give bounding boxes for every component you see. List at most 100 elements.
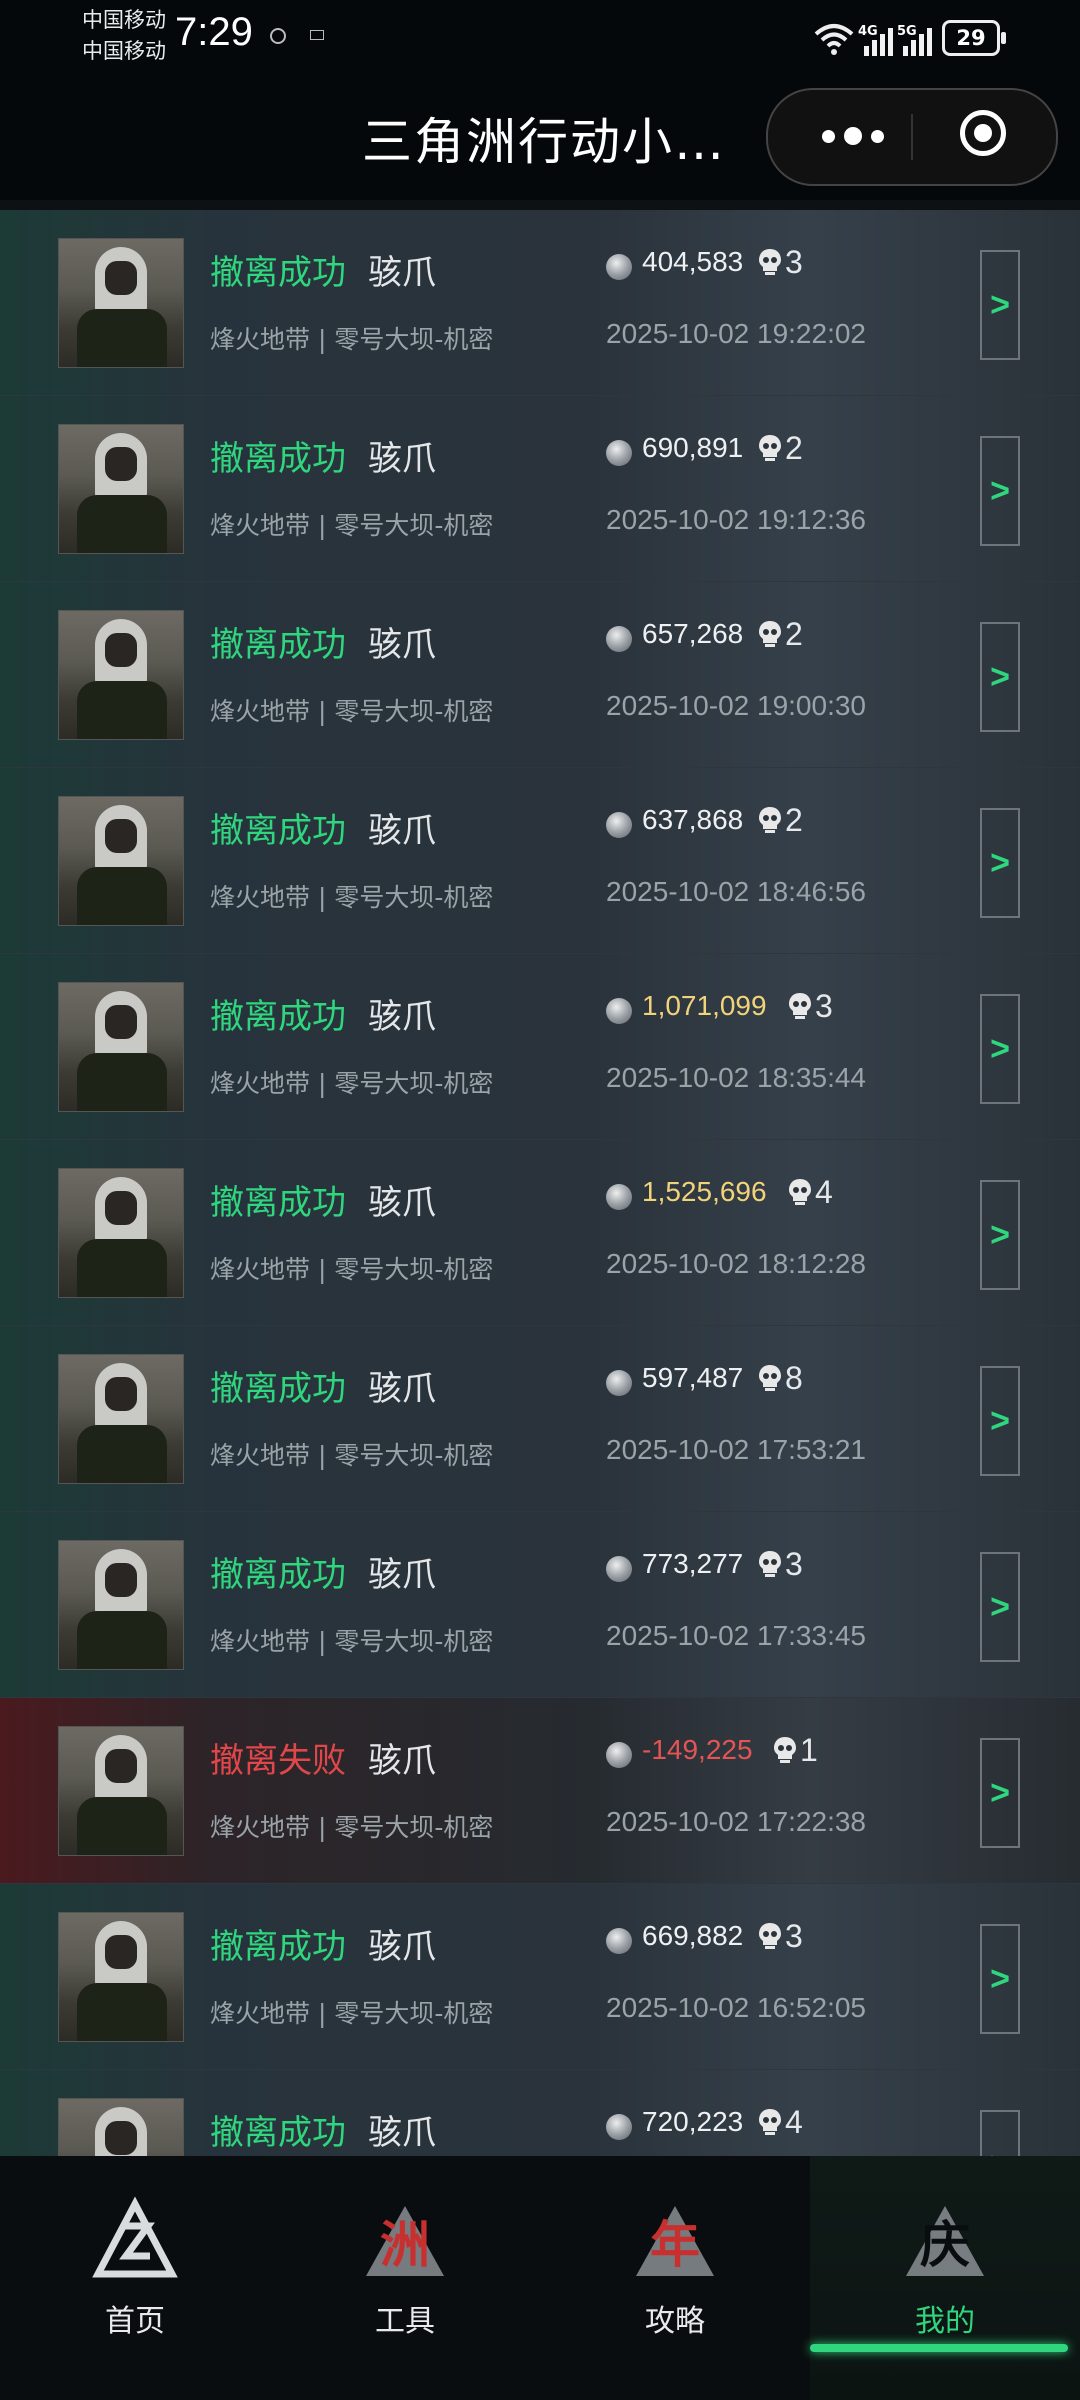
record-row[interactable]: 撤离成功 骇爪 597,487 8 烽火地带 | 零号大坝-机密 2025-10…	[0, 1326, 1080, 1514]
detail-arrow-button[interactable]: >	[980, 1552, 1020, 1662]
skull-icon	[789, 1179, 811, 1205]
mode-map: 烽火地带 | 零号大坝-机密	[210, 511, 494, 540]
haf-value: 637,868	[642, 804, 744, 835]
status-indicators: 4G 5G 29	[814, 14, 1006, 56]
tools-zhou-icon: 洲	[366, 2206, 444, 2276]
extraction-status: 撤离成功	[210, 1369, 346, 1409]
detail-arrow-button[interactable]: >	[980, 1738, 1020, 1848]
match-time: 2025-10-02 19:00:30	[606, 690, 866, 721]
extraction-status: 撤离成功	[210, 439, 346, 479]
kill-count: 3	[785, 1918, 803, 1954]
nav-item-0[interactable]: 首页	[0, 2156, 270, 2400]
extraction-status: 撤离成功	[210, 1183, 346, 1223]
nav-icon-glyph: 洲	[380, 2216, 430, 2274]
operator-avatar	[58, 796, 184, 926]
match-record-list[interactable]: 撤离成功 骇爪 404,583 3 烽火地带 | 零号大坝-机密 2025-10…	[0, 200, 1080, 2156]
operator-name: 骇爪	[368, 1927, 436, 1967]
kill-count: 4	[815, 1174, 833, 1210]
mode-map: 烽火地带 | 零号大坝-机密	[210, 697, 494, 726]
battery-icon: 29	[942, 20, 1006, 56]
match-time: 2025-10-02 18:12:28	[606, 1248, 866, 1279]
record-row[interactable]: 撤离成功 骇爪 690,891 2 烽火地带 | 零号大坝-机密 2025-10…	[0, 396, 1080, 584]
nav-label: 攻略	[645, 2304, 705, 2339]
record-row[interactable]: 撤离成功 骇爪 720,223 4 >	[0, 2070, 1080, 2156]
extraction-status: 撤离成功	[210, 2113, 346, 2153]
coin-icon	[606, 1370, 632, 1396]
record-row[interactable]: 撤离成功 骇爪 1,071,099 3 烽火地带 | 零号大坝-机密 2025-…	[0, 954, 1080, 1142]
operator-avatar	[58, 610, 184, 740]
skull-icon	[759, 1923, 781, 1949]
operator-avatar	[58, 982, 184, 1112]
coin-icon	[606, 440, 632, 466]
kill-count: 3	[815, 988, 833, 1024]
detail-arrow-button[interactable]: >	[980, 622, 1020, 732]
coin-icon	[606, 626, 632, 652]
profile-qing-icon: 庆	[906, 2206, 984, 2276]
match-time: 2025-10-02 19:12:36	[606, 504, 866, 535]
net-type-2: 5G	[897, 24, 917, 39]
operator-name: 骇爪	[368, 253, 436, 293]
record-row[interactable]: 撤离成功 骇爪 669,882 3 烽火地带 | 零号大坝-机密 2025-10…	[0, 1884, 1080, 2072]
operator-avatar	[58, 1168, 184, 1298]
mode-map: 烽火地带 | 零号大坝-机密	[210, 1255, 494, 1284]
skull-icon	[759, 807, 781, 833]
kill-count: 2	[785, 616, 803, 652]
detail-arrow-button[interactable]: >	[980, 436, 1020, 546]
bottom-nav: 首页 洲工具 年攻略 庆我的	[0, 2156, 1080, 2400]
record-row[interactable]: 撤离成功 骇爪 773,277 3 烽火地带 | 零号大坝-机密 2025-10…	[0, 1512, 1080, 1700]
detail-arrow-button[interactable]: >	[980, 1366, 1020, 1476]
record-row[interactable]: 撤离成功 骇爪 657,268 2 烽火地带 | 零号大坝-机密 2025-10…	[0, 582, 1080, 770]
haf-value: 669,882	[642, 1920, 744, 1951]
close-target-icon[interactable]	[960, 110, 1006, 156]
operator-avatar	[58, 1912, 184, 2042]
status-bar: 中国移动 中国移动 7:29 4G 5G 29	[0, 0, 1080, 70]
kill-count: 8	[785, 1360, 803, 1396]
mode-map: 烽火地带 | 零号大坝-机密	[210, 883, 494, 912]
extraction-status: 撤离成功	[210, 1555, 346, 1595]
mode-map: 烽火地带 | 零号大坝-机密	[210, 1441, 494, 1470]
operator-name: 骇爪	[368, 1555, 436, 1595]
haf-value: 1,525,696	[642, 1176, 767, 1207]
haf-value: 1,071,099	[642, 990, 767, 1021]
record-row[interactable]: 撤离失败 骇爪 -149,225 1 烽火地带 | 零号大坝-机密 2025-1…	[0, 1698, 1080, 1886]
guide-nian-icon: 年	[636, 2206, 714, 2276]
record-row[interactable]: 撤离成功 骇爪 1,525,696 4 烽火地带 | 零号大坝-机密 2025-…	[0, 1140, 1080, 1328]
match-time: 2025-10-02 17:33:45	[606, 1620, 866, 1651]
kill-count: 3	[785, 1546, 803, 1582]
skull-icon	[759, 1551, 781, 1577]
match-time: 2025-10-02 18:46:56	[606, 876, 866, 907]
kill-count: 2	[785, 802, 803, 838]
nav-item-3[interactable]: 庆我的	[810, 2156, 1080, 2400]
detail-arrow-button[interactable]: >	[980, 1180, 1020, 1290]
operator-name: 骇爪	[368, 625, 436, 665]
nav-label: 首页	[105, 2304, 165, 2339]
match-time: 2025-10-02 17:22:38	[606, 1806, 866, 1837]
operator-avatar	[58, 2098, 184, 2156]
skull-icon	[759, 621, 781, 647]
detail-arrow-button[interactable]: >	[980, 808, 1020, 918]
signal-5g-icon: 5G	[897, 24, 932, 56]
skull-icon	[789, 993, 811, 1019]
operator-name: 骇爪	[368, 997, 436, 1037]
detail-arrow-button[interactable]: >	[980, 250, 1020, 360]
nav-item-1[interactable]: 洲工具	[270, 2156, 540, 2400]
ellipsis-icon[interactable]	[808, 104, 898, 168]
operator-name: 骇爪	[368, 2113, 436, 2153]
clock: 7:29	[175, 10, 253, 54]
capsule-menu	[766, 88, 1058, 186]
detail-arrow-button[interactable]: >	[980, 1924, 1020, 2034]
extraction-status: 撤离成功	[210, 253, 346, 293]
haf-value: 404,583	[642, 246, 744, 277]
extraction-status: 撤离成功	[210, 625, 346, 665]
record-row[interactable]: 撤离成功 骇爪 404,583 3 烽火地带 | 零号大坝-机密 2025-10…	[0, 210, 1080, 398]
coin-icon	[606, 1928, 632, 1954]
detail-arrow-button[interactable]: >	[980, 994, 1020, 1104]
kill-count: 3	[785, 244, 803, 280]
detail-arrow-button[interactable]: >	[980, 2110, 1020, 2156]
home-logo-icon	[92, 2196, 178, 2278]
mode-map: 烽火地带 | 零号大坝-机密	[210, 1627, 494, 1656]
nav-item-2[interactable]: 年攻略	[540, 2156, 810, 2400]
operator-name: 骇爪	[368, 1741, 436, 1781]
record-row[interactable]: 撤离成功 骇爪 637,868 2 烽火地带 | 零号大坝-机密 2025-10…	[0, 768, 1080, 956]
operator-name: 骇爪	[368, 439, 436, 479]
